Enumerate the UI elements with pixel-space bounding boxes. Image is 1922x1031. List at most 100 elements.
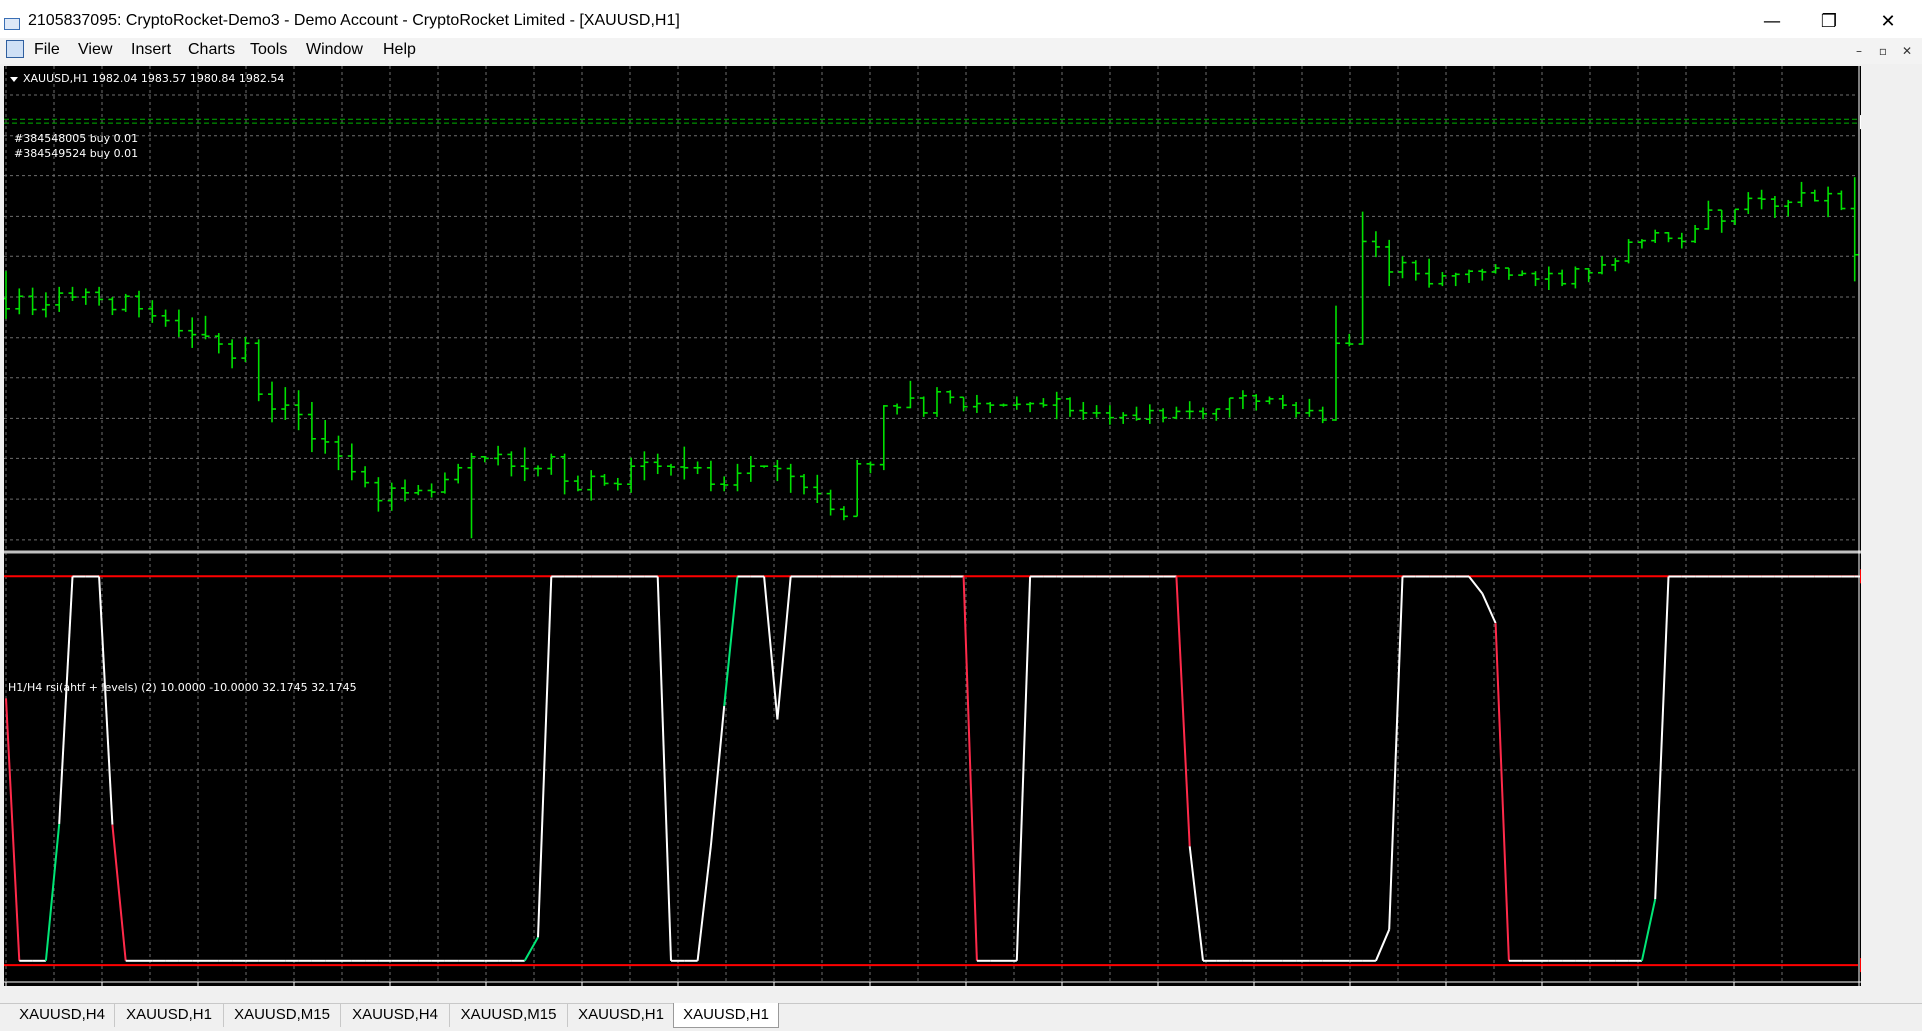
ohlc-bar: [1571, 266, 1580, 289]
ohlc-bar: [613, 477, 622, 491]
rsi-segment: [656, 576, 672, 961]
rsi-segment: [696, 845, 712, 961]
ohlc-bar: [1757, 189, 1766, 210]
ohlc-bar: [627, 457, 636, 493]
order-label-1[interactable]: #384548005 buy 0.01: [14, 132, 138, 145]
ohlc-bar: [1358, 211, 1367, 345]
ohlc-bar: [1292, 401, 1301, 418]
tab-xauusd-h1-1[interactable]: XAUUSD,H1: [115, 1003, 224, 1027]
ohlc-bar: [600, 474, 609, 486]
ohlc-bar: [507, 451, 516, 477]
chart-window[interactable]: 1986.001980.801975.701970.501965.401960.…: [4, 66, 1861, 986]
menu-charts[interactable]: Charts: [188, 41, 235, 59]
mdi-restore-button[interactable]: ▫: [1872, 42, 1894, 60]
menu-file[interactable]: File: [34, 41, 60, 59]
ohlc-bar: [1238, 390, 1247, 410]
ohlc-bar: [1079, 401, 1088, 420]
ohlc-bar: [999, 403, 1008, 407]
ohlc-bar: [1145, 404, 1154, 424]
menu-view[interactable]: View: [78, 41, 112, 59]
ohlc-bar: [68, 286, 77, 301]
ohlc-bar: [1784, 199, 1793, 217]
time-axis-label: 9 Nov 2023: [7, 984, 70, 986]
tab-xauusd-h1-2[interactable]: XAUUSD,H1: [568, 1003, 675, 1027]
time-axis-label: 13 Nov 17:00: [679, 984, 753, 986]
time-axis-label: 13 Nov 11:00: [583, 984, 657, 986]
mdi-minimize-button[interactable]: –: [1848, 42, 1870, 60]
rsi-segment: [1494, 623, 1510, 961]
ohlc-bar: [387, 482, 396, 511]
rsi-segment: [44, 823, 61, 961]
ohlc-bar: [839, 506, 848, 521]
time-axis-label: 16 Nov 08:00: [1639, 984, 1713, 986]
tab-xauusd-h4-1[interactable]: XAUUSD,H4: [10, 1003, 115, 1027]
ohlc-bar: [1797, 181, 1806, 207]
rsi-segment: [1388, 576, 1404, 930]
ohlc-bar: [28, 287, 37, 316]
ohlc-bar: [706, 460, 715, 492]
tab-xauusd-h4-2[interactable]: XAUUSD,H4: [341, 1003, 450, 1027]
ohlc-bar: [853, 459, 862, 518]
tab-xauusd-m15-2[interactable]: XAUUSD,M15: [450, 1003, 568, 1027]
ohlc-bar: [773, 459, 782, 482]
order-label-2[interactable]: #384549524 buy 0.01: [14, 147, 138, 160]
ohlc-bar: [1172, 406, 1181, 420]
rsi-segment: [1015, 576, 1032, 961]
ohlc-bar: [1770, 196, 1779, 218]
time-axis-label: 10 Nov 10:00: [199, 984, 273, 986]
ohlc-bar: [135, 290, 143, 318]
ohlc-bar: [972, 394, 981, 413]
rsi-upper-box: [1860, 569, 1861, 584]
ohlc-bar: [440, 472, 449, 494]
ohlc-bar: [1052, 391, 1061, 420]
menu-bar: [0, 38, 1922, 64]
chart-window-icon[interactable]: [6, 40, 24, 58]
ohlc-bar: [1451, 272, 1460, 287]
ohlc-bar: [254, 339, 263, 402]
ohlc-bar: [15, 288, 24, 315]
ohlc-bar: [1504, 267, 1513, 280]
time-axis-label: 10 Nov 04:00: [103, 984, 177, 986]
ohlc-bar: [201, 315, 210, 340]
ohlc-bar: [454, 463, 463, 484]
minimize-button[interactable]: —: [1752, 8, 1792, 36]
current-price-box: [1860, 115, 1861, 130]
ohlc-bar: [800, 474, 808, 495]
ohlc-bar: [1332, 305, 1340, 421]
rsi-segment: [1374, 929, 1391, 962]
ohlc-bar: [1425, 258, 1434, 288]
tab-xauusd-m15-1[interactable]: XAUUSD,M15: [224, 1003, 341, 1027]
ohlc-bar: [1637, 239, 1646, 249]
indicator-label: H1/H4 rsi(ahtf + levels) (2) 10.0000 -10…: [8, 681, 357, 694]
ohlc-bar: [879, 405, 888, 471]
ohlc-bar: [547, 453, 556, 475]
ohlc-bar: [241, 336, 250, 363]
ohlc-bar: [680, 446, 689, 480]
menu-help[interactable]: Help: [383, 41, 416, 59]
menu-insert[interactable]: Insert: [131, 41, 171, 59]
close-button[interactable]: ✕: [1868, 8, 1908, 36]
ohlc-bar: [640, 451, 649, 481]
ohlc-bar: [1717, 209, 1726, 233]
menu-tools[interactable]: Tools: [250, 41, 287, 59]
time-axis-label: 14 Nov 18:00: [1063, 984, 1137, 986]
ohlc-bar: [1212, 408, 1221, 421]
tab-xauusd-h1-active[interactable]: XAUUSD,H1: [673, 1003, 779, 1028]
time-axis-label: 16 Nov 02:00: [1543, 984, 1617, 986]
rsi-segment: [1175, 576, 1191, 847]
ohlc-bar: [1850, 177, 1859, 282]
time-axis-label: 13 Nov 23:00: [775, 984, 849, 986]
time-axis-label: 15 Nov 19:00: [1447, 984, 1521, 986]
ohlc-bar: [174, 309, 183, 337]
rsi-segment: [58, 576, 74, 825]
restore-button[interactable]: ❐: [1809, 8, 1849, 36]
ohlc-bar: [294, 390, 303, 431]
chart-canvas[interactable]: 1986.001980.801975.701970.501965.401960.…: [4, 66, 1861, 986]
mdi-close-button[interactable]: ✕: [1896, 42, 1918, 60]
ohlc-bar: [1518, 270, 1527, 276]
symbol-dropdown-icon[interactable]: [10, 77, 18, 82]
ohlc-bar: [1478, 268, 1487, 281]
ohlc-bar: [1598, 256, 1606, 275]
menu-window[interactable]: Window: [306, 41, 363, 59]
ohlc-bar: [1411, 260, 1420, 281]
